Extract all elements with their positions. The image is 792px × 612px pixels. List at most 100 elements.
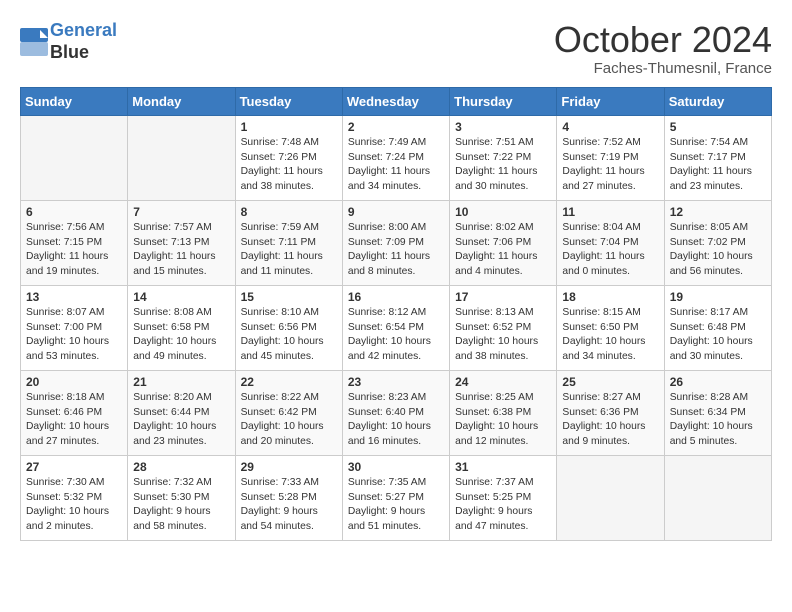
day-info: Sunrise: 7:56 AMSunset: 7:15 PMDaylight:…: [26, 221, 122, 281]
title-block: October 2024 Faches-Thumesnil, France: [554, 20, 772, 77]
day-info: Sunrise: 8:23 AMSunset: 6:40 PMDaylight:…: [348, 391, 444, 451]
calendar-cell: 30 Sunrise: 7:35 AMSunset: 5:27 PMDayligh…: [342, 455, 449, 540]
calendar-header: SundayMondayTuesdayWednesdayThursdayFrid…: [21, 87, 772, 115]
calendar-cell: 13Sunrise: 8:07 AMSunset: 7:00 PMDayligh…: [21, 285, 128, 370]
page-header: General Blue October 2024 Faches-Thumesn…: [20, 20, 772, 77]
calendar-cell: 24 Sunrise: 8:25 AMSunset: 6:38 PMDayligh…: [450, 370, 557, 455]
day-number: 29: [241, 460, 337, 474]
day-info: Sunrise: 8:07 AMSunset: 7:00 PMDaylight:…: [26, 306, 122, 366]
day-info: Sunrise: 7:59 AMSunset: 7:11 PMDaylight:…: [241, 221, 337, 281]
day-info: Sunrise: 8:13 AMSunset: 6:52 PMDaylight:…: [455, 306, 551, 366]
week-row-1: 1 Sunrise: 7:48 AMSunset: 7:26 PMDaylight…: [21, 115, 772, 200]
month-title: October 2024: [554, 20, 772, 60]
day-number: 12: [670, 205, 766, 219]
day-info: Sunrise: 8:18 AMSunset: 6:46 PMDaylight:…: [26, 391, 122, 451]
weekday-header-friday: Friday: [557, 87, 664, 115]
day-number: 23: [348, 375, 444, 389]
day-number: 10: [455, 205, 551, 219]
day-info: Sunrise: 8:00 AMSunset: 7:09 PMDaylight:…: [348, 221, 444, 281]
day-info: Sunrise: 8:02 AMSunset: 7:06 PMDaylight:…: [455, 221, 551, 281]
week-row-2: 6 Sunrise: 7:56 AMSunset: 7:15 PMDaylight…: [21, 200, 772, 285]
day-info: Sunrise: 7:48 AMSunset: 7:26 PMDaylight:…: [241, 136, 337, 196]
calendar-cell: 4 Sunrise: 7:52 AMSunset: 7:19 PMDaylight…: [557, 115, 664, 200]
day-number: 28: [133, 460, 229, 474]
day-info: Sunrise: 8:08 AMSunset: 6:58 PMDaylight:…: [133, 306, 229, 366]
weekday-header-thursday: Thursday: [450, 87, 557, 115]
calendar-cell: 20 Sunrise: 8:18 AMSunset: 6:46 PMDayligh…: [21, 370, 128, 455]
day-info: Sunrise: 8:25 AMSunset: 6:38 PMDaylight:…: [455, 391, 551, 451]
day-info: Sunrise: 7:52 AMSunset: 7:19 PMDaylight:…: [562, 136, 658, 196]
calendar-cell: [128, 115, 235, 200]
calendar-cell: 7Sunrise: 7:57 AMSunset: 7:13 PMDaylight…: [128, 200, 235, 285]
header-row: SundayMondayTuesdayWednesdayThursdayFrid…: [21, 87, 772, 115]
day-info: Sunrise: 8:22 AMSunset: 6:42 PMDaylight:…: [241, 391, 337, 451]
day-info: Sunrise: 7:37 AMSunset: 5:25 PMDaylight:…: [455, 476, 551, 536]
calendar-cell: 14Sunrise: 8:08 AMSunset: 6:58 PMDayligh…: [128, 285, 235, 370]
calendar-cell: 18 Sunrise: 8:15 AMSunset: 6:50 PMDayligh…: [557, 285, 664, 370]
day-number: 6: [26, 205, 122, 219]
day-info: Sunrise: 8:20 AMSunset: 6:44 PMDaylight:…: [133, 391, 229, 451]
day-info: Sunrise: 7:35 AMSunset: 5:27 PMDaylight:…: [348, 476, 444, 536]
calendar-cell: 26 Sunrise: 8:28 AMSunset: 6:34 PMDayligh…: [664, 370, 771, 455]
day-info: Sunrise: 7:51 AMSunset: 7:22 PMDaylight:…: [455, 136, 551, 196]
logo: General Blue: [20, 20, 117, 63]
day-info: Sunrise: 7:57 AMSunset: 7:13 PMDaylight:…: [133, 221, 229, 281]
day-number: 27: [26, 460, 122, 474]
calendar-cell: 27 Sunrise: 7:30 AMSunset: 5:32 PMDayligh…: [21, 455, 128, 540]
week-row-3: 13Sunrise: 8:07 AMSunset: 7:00 PMDayligh…: [21, 285, 772, 370]
day-info: Sunrise: 7:32 AMSunset: 5:30 PMDaylight:…: [133, 476, 229, 536]
calendar-cell: 21 Sunrise: 8:20 AMSunset: 6:44 PMDayligh…: [128, 370, 235, 455]
calendar-cell: 9 Sunrise: 8:00 AMSunset: 7:09 PMDaylight…: [342, 200, 449, 285]
day-number: 3: [455, 120, 551, 134]
calendar-cell: 2Sunrise: 7:49 AMSunset: 7:24 PMDaylight…: [342, 115, 449, 200]
calendar-body: 1 Sunrise: 7:48 AMSunset: 7:26 PMDaylight…: [21, 115, 772, 540]
calendar-cell: 12Sunrise: 8:05 AMSunset: 7:02 PMDayligh…: [664, 200, 771, 285]
day-number: 20: [26, 375, 122, 389]
calendar-cell: 11 Sunrise: 8:04 AMSunset: 7:04 PMDayligh…: [557, 200, 664, 285]
day-number: 17: [455, 290, 551, 304]
calendar-cell: 29 Sunrise: 7:33 AMSunset: 5:28 PMDayligh…: [235, 455, 342, 540]
logo-text: General Blue: [50, 20, 117, 63]
day-info: Sunrise: 7:30 AMSunset: 5:32 PMDaylight:…: [26, 476, 122, 536]
weekday-header-saturday: Saturday: [664, 87, 771, 115]
calendar-cell: 31Sunrise: 7:37 AMSunset: 5:25 PMDayligh…: [450, 455, 557, 540]
day-number: 11: [562, 205, 658, 219]
day-number: 1: [241, 120, 337, 134]
day-info: Sunrise: 8:12 AMSunset: 6:54 PMDaylight:…: [348, 306, 444, 366]
calendar-cell: 22 Sunrise: 8:22 AMSunset: 6:42 PMDayligh…: [235, 370, 342, 455]
day-number: 24: [455, 375, 551, 389]
day-number: 21: [133, 375, 229, 389]
day-number: 16: [348, 290, 444, 304]
day-number: 15: [241, 290, 337, 304]
day-info: Sunrise: 8:15 AMSunset: 6:50 PMDaylight:…: [562, 306, 658, 366]
day-info: Sunrise: 8:17 AMSunset: 6:48 PMDaylight:…: [670, 306, 766, 366]
day-number: 4: [562, 120, 658, 134]
day-number: 26: [670, 375, 766, 389]
logo-line1: General: [50, 20, 117, 40]
calendar-cell: 25Sunrise: 8:27 AMSunset: 6:36 PMDayligh…: [557, 370, 664, 455]
day-number: 18: [562, 290, 658, 304]
day-info: Sunrise: 7:49 AMSunset: 7:24 PMDaylight:…: [348, 136, 444, 196]
calendar-cell: 6 Sunrise: 7:56 AMSunset: 7:15 PMDaylight…: [21, 200, 128, 285]
day-number: 9: [348, 205, 444, 219]
weekday-header-sunday: Sunday: [21, 87, 128, 115]
calendar-cell: 8Sunrise: 7:59 AMSunset: 7:11 PMDaylight…: [235, 200, 342, 285]
day-number: 30: [348, 460, 444, 474]
calendar-cell: [664, 455, 771, 540]
calendar-cell: 5Sunrise: 7:54 AMSunset: 7:17 PMDaylight…: [664, 115, 771, 200]
logo-icon: [20, 28, 48, 56]
day-info: Sunrise: 7:33 AMSunset: 5:28 PMDaylight:…: [241, 476, 337, 536]
weekday-header-monday: Monday: [128, 87, 235, 115]
day-info: Sunrise: 8:10 AMSunset: 6:56 PMDaylight:…: [241, 306, 337, 366]
day-number: 19: [670, 290, 766, 304]
calendar-cell: 28 Sunrise: 7:32 AMSunset: 5:30 PMDayligh…: [128, 455, 235, 540]
calendar-cell: 10 Sunrise: 8:02 AMSunset: 7:06 PMDayligh…: [450, 200, 557, 285]
day-info: Sunrise: 8:04 AMSunset: 7:04 PMDaylight:…: [562, 221, 658, 281]
weekday-header-wednesday: Wednesday: [342, 87, 449, 115]
day-number: 22: [241, 375, 337, 389]
calendar-cell: 15 Sunrise: 8:10 AMSunset: 6:56 PMDayligh…: [235, 285, 342, 370]
day-info: Sunrise: 8:28 AMSunset: 6:34 PMDaylight:…: [670, 391, 766, 451]
calendar-cell: 3 Sunrise: 7:51 AMSunset: 7:22 PMDaylight…: [450, 115, 557, 200]
day-number: 25: [562, 375, 658, 389]
logo-line2: Blue: [50, 42, 117, 64]
